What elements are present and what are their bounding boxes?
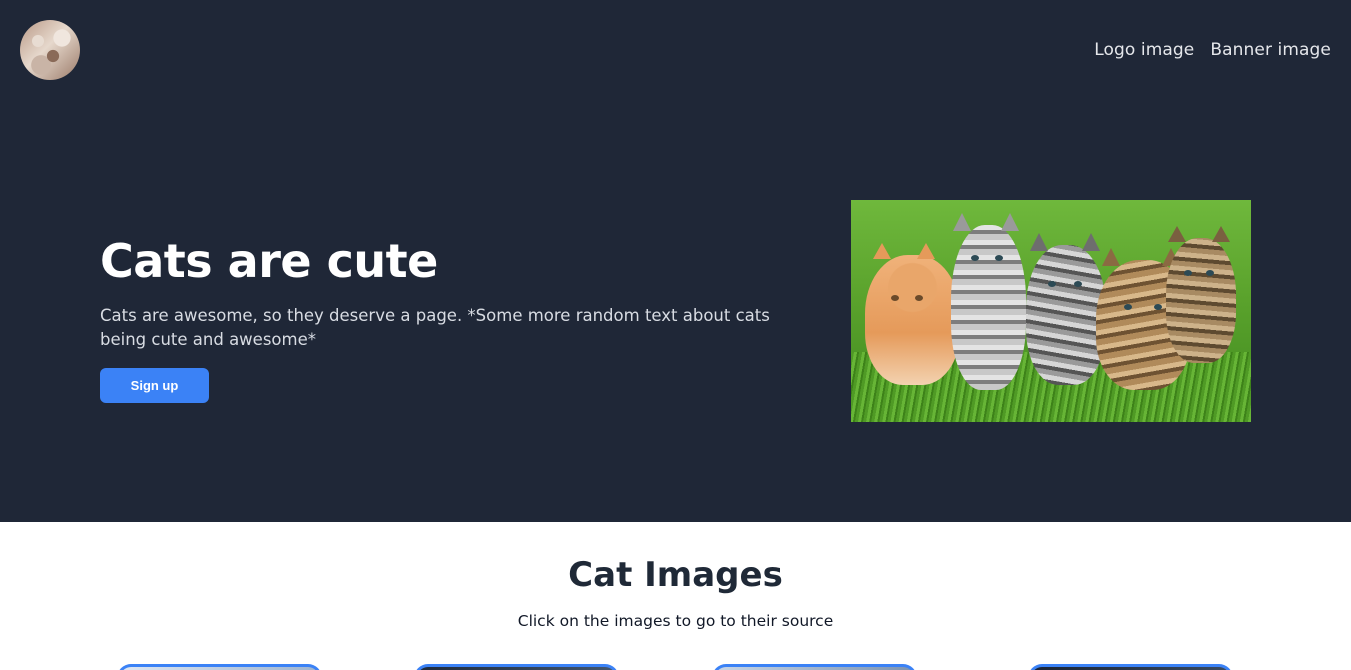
nav-logo-image-link[interactable]: Logo image <box>1094 40 1194 60</box>
top-nav: Logo image Banner image <box>1094 40 1331 60</box>
cat-image-card-4[interactable] <box>1028 664 1233 670</box>
kitten-silver <box>951 213 1026 390</box>
sign-up-button[interactable]: Sign up <box>100 368 209 403</box>
cat-image-card-1[interactable] <box>117 664 322 670</box>
hero-title: Cats are cute <box>100 234 438 288</box>
kitten-grey-tabby <box>1026 233 1106 385</box>
gallery-subtitle: Click on the images to go to their sourc… <box>517 612 834 630</box>
cat-image-card-2[interactable] <box>414 664 619 670</box>
cat-image-card-3[interactable] <box>712 664 917 670</box>
kitten-orange <box>865 243 960 385</box>
nav-banner-image-link[interactable]: Banner image <box>1210 40 1331 60</box>
hero-description: Cats are awesome, so they deserve a page… <box>100 306 770 349</box>
cat-logo-image[interactable] <box>20 20 80 80</box>
gallery-title: Cat Images <box>568 555 783 595</box>
kitten-tabby-back <box>1166 226 1236 363</box>
kittens-banner-image[interactable] <box>851 200 1251 422</box>
hero-section: Logo image Banner image Cats are cute Ca… <box>0 0 1351 522</box>
